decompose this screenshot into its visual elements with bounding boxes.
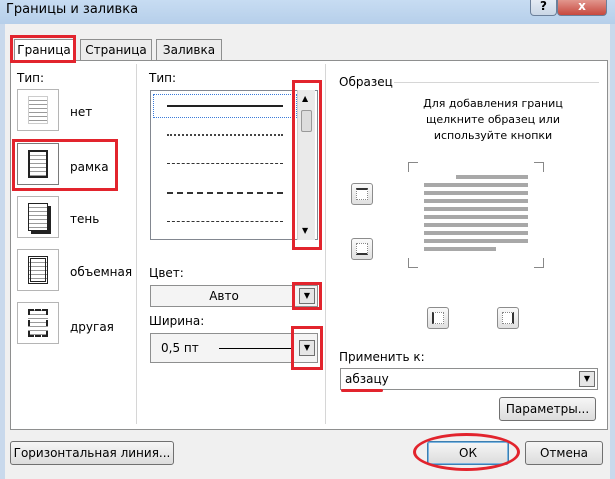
tab-shading[interactable]: Заливка: [156, 39, 222, 61]
tab-highlight: [10, 35, 76, 63]
page-none-icon: [28, 96, 48, 124]
width-sample-line: [219, 348, 293, 349]
preview-hint: Для добавления границ щелкните образец и…: [423, 97, 563, 142]
setting-label: Тип:: [17, 71, 45, 85]
line-style-solid[interactable]: [167, 105, 283, 107]
setting-custom-label: другая: [70, 320, 114, 334]
preview-separator: [394, 82, 599, 83]
cancel-button[interactable]: Отмена: [525, 441, 603, 465]
page-custom-icon: [28, 309, 48, 337]
chevron-down-icon[interactable]: ▼: [579, 371, 595, 387]
horizontal-line-button[interactable]: Горизонтальная линия...: [10, 441, 174, 465]
setting-box-highlight: [12, 139, 118, 191]
setting-custom-button[interactable]: [17, 302, 59, 344]
setting-3d-button[interactable]: [17, 249, 59, 291]
page-shadow-icon: [28, 203, 48, 231]
tab-page[interactable]: Страница: [80, 39, 152, 61]
right-border-button[interactable]: [497, 307, 519, 329]
divider: [136, 64, 137, 424]
ok-highlight: [413, 433, 520, 471]
setting-none-label: нет: [70, 105, 93, 119]
horizontal-line-label: Горизонтальная линия...: [13, 446, 171, 460]
bottom-border-button[interactable]: [351, 238, 373, 260]
preview-text-line: [424, 215, 528, 219]
tab-shading-label: Заливка: [162, 43, 216, 57]
corner-mark: [534, 258, 544, 268]
width-highlight: [291, 326, 323, 370]
apply-to-value: абзацу: [345, 372, 389, 386]
line-style-dash-dot[interactable]: [167, 221, 283, 222]
preview-text-line: [424, 247, 496, 251]
apply-to-select[interactable]: абзацу ▼: [340, 368, 598, 390]
preview-text-line: [424, 183, 528, 187]
width-value: 0,5 пт: [161, 341, 199, 355]
setting-3d-label: объемная: [70, 265, 133, 279]
preview-text-line: [456, 175, 528, 179]
preview-text-line: [424, 239, 528, 243]
preview-text-line: [424, 231, 528, 235]
corner-mark: [408, 162, 418, 172]
top-border-button[interactable]: [351, 183, 373, 205]
preview-text-line: [424, 191, 528, 195]
help-button[interactable]: ?: [530, 0, 557, 16]
line-style-dashed-long[interactable]: [167, 192, 283, 194]
preview-area[interactable]: [408, 162, 544, 268]
help-icon: ?: [540, 0, 547, 13]
bottom-border-icon: [356, 243, 368, 255]
preview-text-line: [424, 223, 528, 227]
close-icon: x: [578, 0, 586, 13]
cancel-button-label: Отмена: [539, 446, 589, 460]
apply-to-underline: [341, 389, 383, 392]
style-label: Тип:: [149, 71, 177, 85]
corner-mark: [408, 258, 418, 268]
preview-text-line: [424, 199, 528, 203]
setting-shadow-button[interactable]: [17, 196, 59, 238]
close-button[interactable]: x: [557, 0, 607, 16]
color-highlight: [292, 282, 322, 310]
preview-text-line: [424, 207, 528, 211]
left-border-icon: [432, 312, 444, 324]
divider: [325, 64, 326, 424]
dialog-title: Границы и заливка: [6, 2, 139, 17]
left-border-button[interactable]: [427, 307, 449, 329]
width-label: Ширина:: [149, 314, 205, 328]
setting-shadow-label: тень: [70, 212, 100, 226]
right-border-icon: [502, 312, 514, 324]
top-border-icon: [356, 188, 368, 200]
preview-label: Образец: [339, 75, 393, 89]
corner-mark: [534, 162, 544, 172]
options-button[interactable]: Параметры...: [499, 397, 596, 421]
line-style-dotted[interactable]: [167, 134, 283, 136]
line-style-dashed[interactable]: [167, 163, 283, 164]
apply-to-label: Применить к:: [339, 350, 425, 364]
color-label: Цвет:: [149, 266, 184, 280]
color-value: Авто: [209, 289, 239, 303]
page-3d-icon: [28, 256, 48, 284]
tab-page-label: Страница: [85, 43, 147, 57]
scrollbar-highlight: [292, 80, 322, 250]
setting-none-button[interactable]: [17, 89, 59, 131]
options-button-label: Параметры...: [505, 402, 590, 416]
